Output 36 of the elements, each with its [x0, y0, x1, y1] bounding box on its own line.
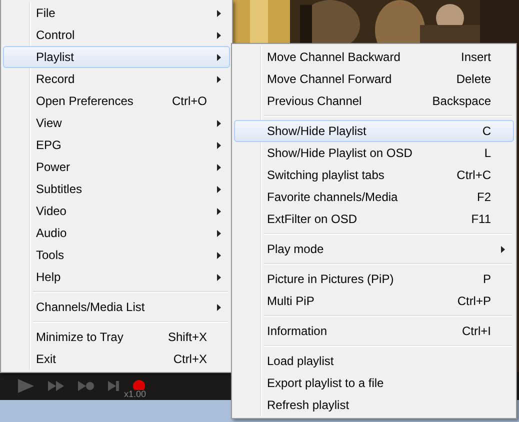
menu-item[interactable]: Information Ctrl+I	[234, 320, 514, 342]
skip-next-icon[interactable]	[108, 381, 119, 391]
menu-item[interactable]: Exit Ctrl+X	[3, 348, 230, 370]
menu-item[interactable]: Picture in Pictures (PiP) P	[234, 268, 514, 290]
menu-item[interactable]: Minimize to Tray Shift+X	[3, 326, 230, 348]
step-forward-icon[interactable]	[78, 381, 94, 391]
menu-item[interactable]: Channels/Media List	[3, 296, 230, 318]
menu-item[interactable]: Tools	[3, 244, 230, 266]
menu-item[interactable]: Show/Hide Playlist on OSD L	[234, 142, 514, 164]
play-icon[interactable]	[18, 379, 34, 393]
menu-item[interactable]: Load playlist	[234, 350, 514, 372]
menu-item[interactable]: Show/Hide Playlist C	[234, 120, 514, 142]
menu-item[interactable]: Video	[3, 200, 230, 222]
menu-item[interactable]: Control	[3, 24, 230, 46]
menu-item[interactable]: Record	[3, 68, 230, 90]
menu-item[interactable]: Subtitles	[3, 178, 230, 200]
menu-item[interactable]: File	[3, 2, 230, 24]
menu-item[interactable]: Audio	[3, 222, 230, 244]
menu-item[interactable]: View	[3, 112, 230, 134]
menu-item[interactable]: Playlist	[3, 46, 230, 68]
menu-item[interactable]: Open Preferences Ctrl+O	[3, 90, 230, 112]
menu-item[interactable]: Move Channel Backward Insert	[234, 46, 514, 68]
menu-item[interactable]: EPG	[3, 134, 230, 156]
menu-item[interactable]: Move Channel Forward Delete	[234, 68, 514, 90]
menu-item[interactable]: Multi PiP Ctrl+P	[234, 290, 514, 312]
menu-item[interactable]: Switching playlist tabs Ctrl+C	[234, 164, 514, 186]
menu-item[interactable]: Export playlist to a file	[234, 372, 514, 394]
menu-item[interactable]: Previous Channel Backspace	[234, 90, 514, 112]
speed-label: x1.00	[124, 390, 146, 399]
menu-item[interactable]: Refresh playlist	[234, 394, 514, 416]
menu-item[interactable]: ExtFilter on OSD F11	[234, 208, 514, 230]
menu-item[interactable]: Power	[3, 156, 230, 178]
menu-item[interactable]: Favorite channels/Media F2	[234, 186, 514, 208]
menu-item[interactable]: Play mode	[234, 238, 514, 260]
fast-forward-icon[interactable]	[48, 381, 64, 391]
menu-item[interactable]: Help	[3, 266, 230, 288]
